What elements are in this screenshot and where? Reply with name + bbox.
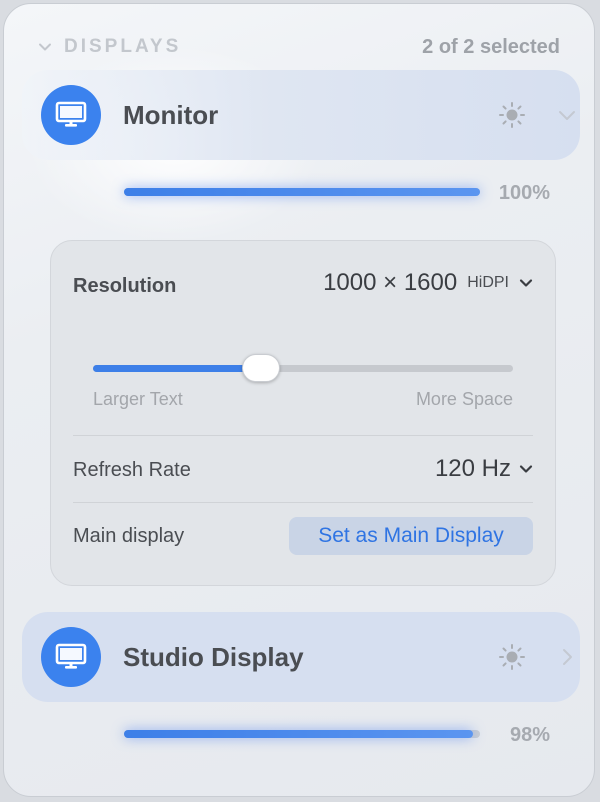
divider <box>73 502 533 503</box>
displays-panel: DISPLAYS 2 of 2 selected Monitor 100% Re… <box>3 3 595 797</box>
display-name: Monitor <box>123 99 219 130</box>
section-title: DISPLAYS <box>64 36 182 57</box>
refresh-rate-dropdown[interactable]: 120 Hz <box>435 455 533 483</box>
brightness-slider-studio-display[interactable] <box>124 730 480 738</box>
sun-icon[interactable] <box>498 643 526 671</box>
refresh-rate-value: 120 Hz <box>434 455 511 482</box>
brightness-value: 100% <box>498 182 550 204</box>
scale-thumb[interactable] <box>242 354 280 382</box>
display-row-monitor[interactable]: Monitor <box>22 70 580 160</box>
display-icon <box>41 85 101 145</box>
display-icon <box>41 627 101 687</box>
display-name: Studio Display <box>123 641 304 672</box>
brightness-value: 98% <box>509 724 550 746</box>
display-settings-card: Resolution 1000 × 1600 HiDPI Larger Text… <box>50 240 556 586</box>
scale-slider[interactable] <box>93 354 513 382</box>
hidpi-badge: HiDPI <box>467 274 509 291</box>
scale-min-label: Larger Text <box>93 389 183 409</box>
chevron-down-icon <box>39 43 51 51</box>
chevron-right-icon[interactable] <box>556 646 578 668</box>
resolution-label: Resolution <box>73 275 177 297</box>
section-toggle[interactable]: DISPLAYS <box>38 36 181 58</box>
scale-max-label: More Space <box>415 389 513 409</box>
chevron-down-icon <box>519 465 533 473</box>
chevron-down-icon[interactable] <box>556 104 578 126</box>
main-display-label: Main display <box>73 525 185 547</box>
sun-icon[interactable] <box>498 101 526 129</box>
brightness-fill <box>124 730 473 738</box>
selected-count: 2 of 2 selected <box>422 35 560 58</box>
section-header: DISPLAYS 2 of 2 selected <box>38 34 560 60</box>
resolution-value: 1000 × 1600 <box>323 269 458 296</box>
refresh-rate-label: Refresh Rate <box>73 459 191 481</box>
display-row-studio-display[interactable]: Studio Display <box>22 612 580 702</box>
divider <box>73 435 533 436</box>
set-main-display-button[interactable]: Set as Main Display <box>289 517 533 555</box>
brightness-slider-monitor[interactable] <box>124 188 480 196</box>
brightness-fill <box>124 188 480 196</box>
scale-fill <box>93 365 261 372</box>
resolution-dropdown[interactable]: 1000 × 1600 HiDPI <box>323 269 533 297</box>
chevron-down-icon <box>519 279 533 287</box>
